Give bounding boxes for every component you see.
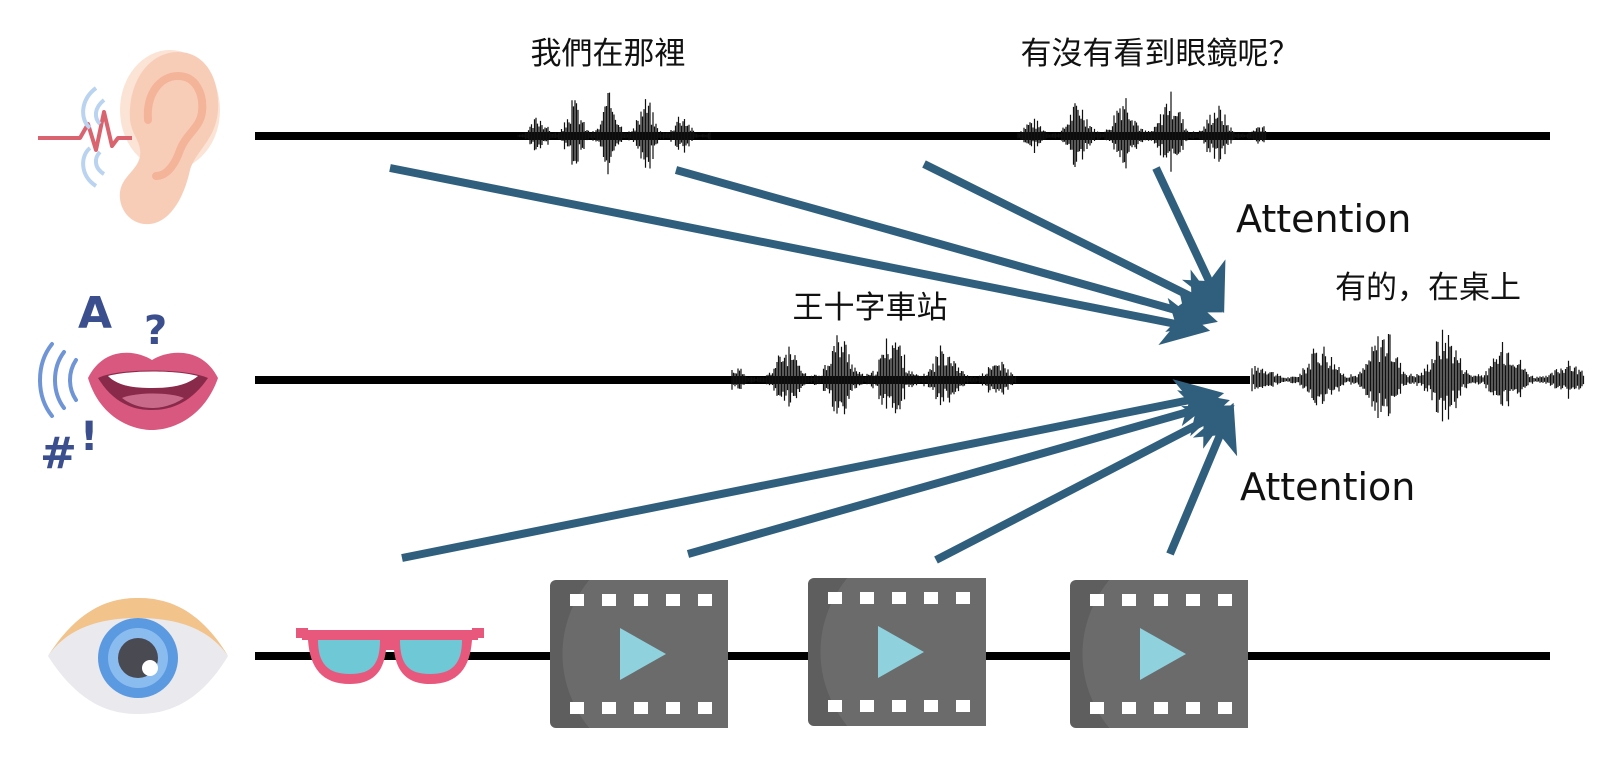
hearing-utterance-1: 我們在那裡 [531, 36, 686, 72]
svg-text:A: A [78, 288, 112, 339]
attention-label-visual: Attention [1240, 465, 1415, 509]
eye-icon [48, 598, 228, 714]
audio-waveforms [517, 91, 1585, 422]
hearing-waveform-1 [517, 92, 711, 175]
ear-icon [38, 50, 220, 225]
video-clip-icon [1070, 580, 1248, 728]
video-clip-icon [550, 580, 728, 728]
speaking-waveform-2 [1251, 329, 1585, 422]
video-clip-icon [808, 578, 986, 726]
hearing-waveform-2 [1017, 91, 1267, 172]
attention-arrow [686, 390, 1230, 558]
svg-text:#: # [40, 428, 77, 479]
svg-text:!: ! [80, 414, 98, 460]
speaking-waveform-1 [731, 335, 1017, 415]
hearing-utterance-2: 有沒有看到眼鏡呢？ [1021, 36, 1300, 72]
speaking-mouth-icon: A ? # ! [38, 288, 218, 479]
svg-text:?: ? [144, 308, 167, 354]
attention-arrows [389, 160, 1238, 564]
speaking-utterance-1: 王十字車站 [793, 290, 948, 326]
multimodal-attention-diagram: A ? # ! 我們在那裡 有沒有看到眼鏡呢？ 王十字車站 有的，在桌上 Att… [38, 36, 1585, 728]
attention-label-audio: Attention [1236, 197, 1411, 241]
video-clips [550, 578, 1248, 728]
speaking-utterance-2: 有的，在桌上 [1335, 270, 1521, 306]
